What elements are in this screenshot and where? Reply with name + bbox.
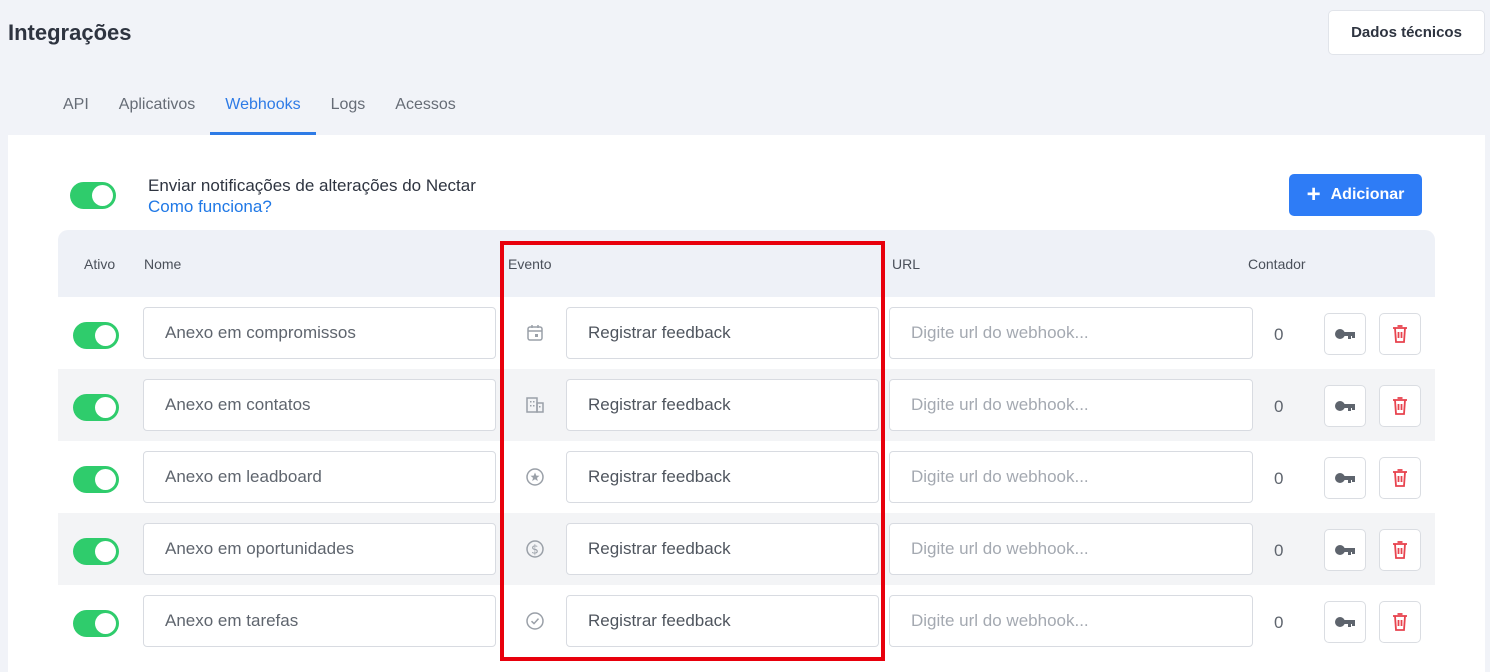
delete-button[interactable] — [1379, 601, 1421, 643]
add-webhook-button[interactable]: + Adicionar — [1289, 174, 1422, 216]
delete-button[interactable] — [1379, 529, 1421, 571]
check-circle-icon — [525, 611, 545, 631]
tab-webhooks[interactable]: Webhooks — [210, 82, 316, 135]
webhook-counter: 0 — [1274, 613, 1284, 632]
header-name: Nome — [144, 256, 182, 272]
webhooks-panel: Enviar notificações de alterações do Nec… — [8, 135, 1485, 672]
key-icon — [1335, 401, 1355, 411]
key-button[interactable] — [1324, 529, 1366, 571]
webhook-name-input[interactable]: Anexo em tarefas — [143, 595, 496, 647]
key-button[interactable] — [1324, 601, 1366, 643]
webhook-url-input[interactable]: Digite url do webhook... — [889, 307, 1253, 359]
webhook-counter: 0 — [1274, 397, 1284, 416]
table-row: Anexo em compromissos Registrar feedback… — [58, 297, 1435, 369]
notifications-text: Enviar notificações de alterações do Nec… — [148, 175, 476, 217]
table-row: Anexo em oportunidades $ Registrar feedb… — [58, 513, 1435, 585]
key-icon — [1335, 473, 1355, 483]
row-active-toggle[interactable] — [73, 394, 119, 421]
key-icon — [1335, 545, 1355, 555]
webhook-name-input[interactable]: Anexo em compromissos — [143, 307, 496, 359]
header-url: URL — [892, 256, 921, 272]
header-counter: Contador — [1248, 256, 1306, 272]
key-button[interactable] — [1324, 385, 1366, 427]
event-select[interactable]: Registrar feedback — [566, 595, 879, 647]
delete-button[interactable] — [1379, 313, 1421, 355]
webhook-counter: 0 — [1274, 541, 1284, 560]
webhook-url-input[interactable]: Digite url do webhook... — [889, 523, 1253, 575]
key-icon — [1335, 329, 1355, 339]
event-select[interactable]: Registrar feedback — [566, 307, 879, 359]
key-button[interactable] — [1324, 313, 1366, 355]
webhook-name-input[interactable]: Anexo em oportunidades — [143, 523, 496, 575]
building-icon — [525, 395, 545, 415]
table-header: Ativo Nome Evento URL Contador — [58, 230, 1435, 297]
plus-icon: + — [1306, 181, 1321, 208]
calendar-icon — [525, 323, 545, 343]
table-row: Anexo em tarefas Registrar feedback Digi… — [58, 585, 1435, 657]
tabs-bar: API Aplicativos Webhooks Logs Acessos — [48, 82, 471, 135]
webhook-url-input[interactable]: Digite url do webhook... — [889, 451, 1253, 503]
event-select[interactable]: Registrar feedback — [566, 523, 879, 575]
event-select[interactable]: Registrar feedback — [566, 379, 879, 431]
star-circle-icon — [525, 467, 545, 487]
header-active: Ativo — [84, 256, 116, 272]
tab-acessos[interactable]: Acessos — [380, 82, 470, 135]
notifications-toggle[interactable] — [70, 182, 116, 209]
trash-icon — [1393, 541, 1407, 559]
event-select[interactable]: Registrar feedback — [566, 451, 879, 503]
how-it-works-link[interactable]: Como funciona? — [148, 196, 476, 217]
trash-icon — [1393, 613, 1407, 631]
trash-icon — [1393, 469, 1407, 487]
webhook-name-input[interactable]: Anexo em contatos — [143, 379, 496, 431]
row-active-toggle[interactable] — [73, 466, 119, 493]
svg-text:$: $ — [531, 543, 539, 557]
trash-icon — [1393, 397, 1407, 415]
webhook-name-input[interactable]: Anexo em leadboard — [143, 451, 496, 503]
row-active-toggle[interactable] — [73, 538, 119, 565]
row-active-toggle[interactable] — [73, 610, 119, 637]
tab-logs[interactable]: Logs — [316, 82, 381, 135]
delete-button[interactable] — [1379, 385, 1421, 427]
table-row: Anexo em leadboard Registrar feedback Di… — [58, 441, 1435, 513]
header-event: Evento — [508, 256, 552, 272]
table-row: Anexo em contatos Registrar feedback Dig… — [58, 369, 1435, 441]
key-button[interactable] — [1324, 457, 1366, 499]
dollar-circle-icon: $ — [525, 539, 545, 559]
tab-api[interactable]: API — [48, 82, 104, 135]
trash-icon — [1393, 325, 1407, 343]
row-active-toggle[interactable] — [73, 322, 119, 349]
add-button-label: Adicionar — [1330, 186, 1405, 203]
webhook-url-input[interactable]: Digite url do webhook... — [889, 595, 1253, 647]
webhook-url-input[interactable]: Digite url do webhook... — [889, 379, 1253, 431]
technical-data-button[interactable]: Dados técnicos — [1328, 10, 1485, 55]
delete-button[interactable] — [1379, 457, 1421, 499]
key-icon — [1335, 617, 1355, 627]
webhook-counter: 0 — [1274, 325, 1284, 344]
tab-aplicativos[interactable]: Aplicativos — [104, 82, 210, 135]
notifications-title: Enviar notificações de alterações do Nec… — [148, 176, 476, 195]
webhook-counter: 0 — [1274, 469, 1284, 488]
page-title: Integrações — [8, 20, 132, 45]
